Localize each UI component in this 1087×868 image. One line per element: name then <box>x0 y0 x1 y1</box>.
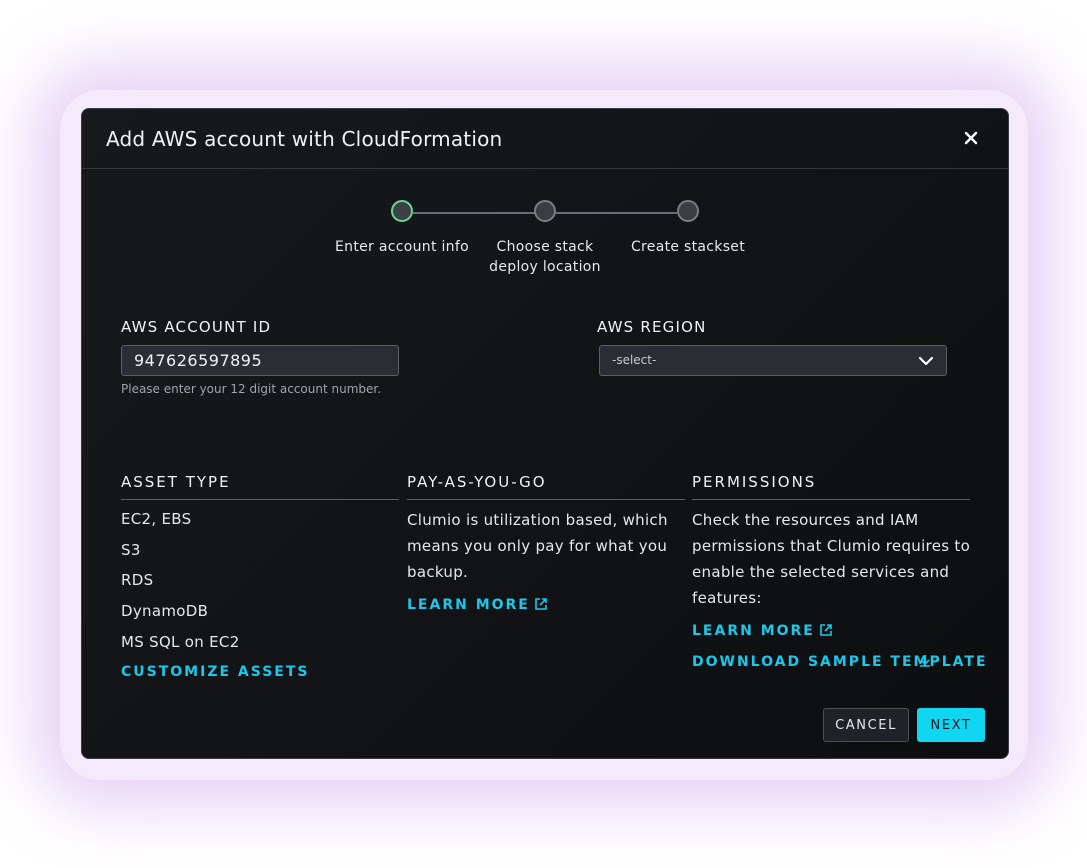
divider <box>121 499 399 500</box>
region-label: AWS REGION <box>597 318 707 336</box>
region-select[interactable]: -select- <box>599 345 947 376</box>
asset-item: MS SQL on EC2 <box>121 633 240 651</box>
step-indicator <box>534 200 556 222</box>
account-id-hint: Please enter your 12 digit account numbe… <box>121 382 382 396</box>
learn-more-label: LEARN MORE <box>692 623 815 639</box>
learn-more-label: LEARN MORE <box>407 597 530 613</box>
step-indicator-active <box>391 200 413 222</box>
cancel-button[interactable]: CANCEL <box>823 708 909 742</box>
external-link-icon <box>535 598 547 610</box>
pay-as-you-go-learn-more-link[interactable]: LEARN MORE <box>407 597 548 613</box>
permissions-text: Check the resources and IAM permissions … <box>692 511 971 607</box>
download-sample-template-link[interactable]: DOWNLOAD SAMPLE TEMPLATE <box>692 654 988 670</box>
close-icon <box>964 131 978 145</box>
region-selected-value: -select- <box>612 353 657 367</box>
asset-item: EC2, EBS <box>121 510 192 528</box>
add-aws-account-modal: Add AWS account with CloudFormation Ente… <box>81 108 1009 759</box>
asset-type-heading: ASSET TYPE <box>121 473 231 491</box>
step-label-account-info: Enter account info <box>335 239 469 255</box>
step-indicator <box>677 200 699 222</box>
next-button[interactable]: NEXT <box>917 708 985 742</box>
asset-item: RDS <box>121 571 154 589</box>
account-id-input[interactable] <box>121 345 399 376</box>
external-link-icon <box>820 624 832 636</box>
modal-title: Add AWS account with CloudFormation <box>106 127 503 151</box>
download-icon <box>920 655 930 667</box>
step-label-deploy-location: Choose stack deploy location <box>489 239 601 275</box>
pay-as-you-go-heading: PAY-AS-YOU-GO <box>407 473 547 491</box>
asset-item: DynamoDB <box>121 602 209 620</box>
permissions-heading: PERMISSIONS <box>692 473 817 491</box>
account-id-label: AWS ACCOUNT ID <box>121 318 272 336</box>
permissions-learn-more-link[interactable]: LEARN MORE <box>692 623 833 639</box>
customize-assets-link[interactable]: CUSTOMIZE ASSETS <box>121 664 309 680</box>
step-connector <box>556 212 677 214</box>
asset-item: S3 <box>121 541 141 559</box>
divider <box>407 499 685 500</box>
step-label-create-stackset: Create stackset <box>630 239 746 255</box>
download-label: DOWNLOAD SAMPLE TEMPLATE <box>692 654 988 670</box>
chevron-down-icon <box>918 356 934 366</box>
divider <box>692 499 970 500</box>
pay-as-you-go-text: Clumio is utilization based, which means… <box>407 511 668 581</box>
modal-header: Add AWS account with CloudFormation <box>82 109 1008 169</box>
step-connector <box>413 212 535 214</box>
close-button[interactable] <box>958 125 984 151</box>
